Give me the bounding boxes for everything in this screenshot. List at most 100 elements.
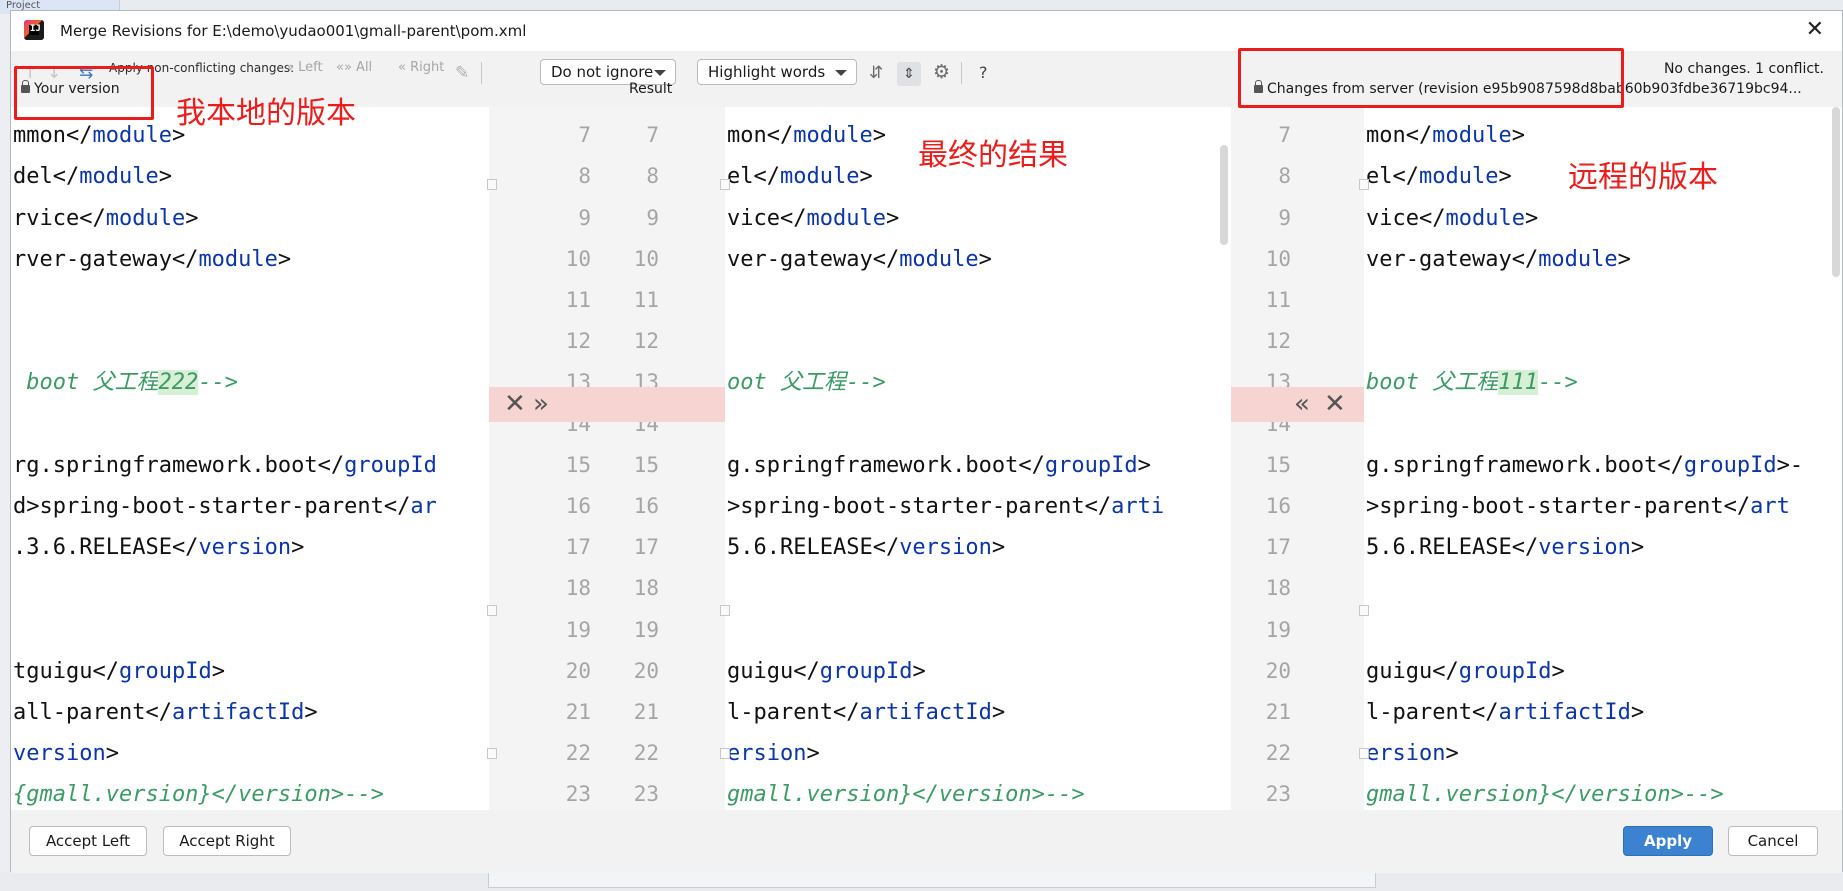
code-token: > [105,741,119,767]
code-token: del</ [13,164,80,190]
code-token: module [1432,123,1512,149]
code-token: > [1498,164,1512,190]
result-editor-pane[interactable]: mon</module> el</module> vice</module> ver-… [725,107,1231,810]
code-line: 5.6.RELEASE</version> [1366,530,1644,565]
code-token: groupId [344,452,437,478]
line-number: 10 [565,246,591,271]
result-scrollbar[interactable] [1220,145,1228,245]
apply-right-change-icon[interactable]: « [1294,387,1310,422]
center-pane-header: Result [629,81,673,97]
background-ide-sidebar [0,14,10,891]
fold-marker-icon[interactable] [720,748,730,759]
fold-marker-icon[interactable] [1359,748,1369,759]
background-ide-panel [488,872,1376,888]
fold-marker-icon[interactable] [1359,605,1369,616]
apply-right-button[interactable]: « Right [398,51,444,85]
line-number: 8 [578,164,591,189]
right-scrollbar[interactable] [1832,107,1840,277]
local-version-annotation: 我本地的版本 [176,96,356,131]
code-token: > [1445,741,1459,767]
apply-left-button[interactable]: » Left [286,51,323,85]
code-line: tguigu</groupId> [13,654,225,689]
accept-right-button[interactable]: Accept Right [163,826,291,856]
code-token: > [277,246,292,272]
sync-scroll-toggle-icon[interactable]: ⇕ [897,62,921,86]
line-number: 21 [633,700,659,724]
code-line: ver-gateway</module> [727,242,992,277]
line-number: 20 [1265,658,1291,683]
code-line: mmon</module> [13,118,185,153]
code-token: module [92,123,172,149]
code-line: oot 父工程--> [727,365,886,400]
collapse-unchanged-icon[interactable]: ⇵ [869,63,883,83]
fold-marker-icon[interactable] [720,605,730,616]
code-token: > [1630,535,1645,561]
intellij-app-icon: IJ [24,20,44,40]
code-line: >spring-boot-starter-parent</arti [727,489,1164,524]
code-token: g.springframework.boot</ [727,452,1045,478]
code-line: del</module> [13,159,172,194]
reject-left-change-icon[interactable]: ✕ [504,387,526,422]
code-token: --> [1537,370,1578,396]
line-number: 10 [1265,246,1291,271]
code-token: g.springframework.boot</ [1366,452,1684,478]
code-token: module [105,205,186,231]
accept-left-button[interactable]: Accept Left [29,826,147,856]
cancel-button[interactable]: Cancel [1728,826,1818,856]
code-token: module [779,164,860,190]
code-token: 222 [158,370,199,396]
code-token: l-parent</ [727,700,860,725]
code-token: module [793,123,873,149]
left-editor-pane[interactable]: mmon</module> del</module> rvice</module> r… [11,107,489,810]
line-number: 22 [1265,741,1291,766]
highlight-select-value: Highlight words [708,63,826,81]
line-number: 23 [633,782,659,807]
code-line: g.springframework.boot</groupId> [727,448,1151,483]
reject-right-change-icon[interactable]: ✕ [1324,387,1346,422]
fold-marker-icon[interactable] [1359,179,1369,190]
code-token: ver-gateway</ [1366,246,1539,272]
code-token: > [978,246,992,272]
code-token: module [79,164,159,190]
code-token: rg.springframework.boot</ [13,452,345,478]
fold-marker-icon[interactable] [720,179,730,190]
fold-marker-icon[interactable] [487,748,497,759]
code-line: guigu</groupId> [727,654,926,689]
code-token: version [13,741,106,767]
right-editor-pane[interactable]: mon</module> el</module> vice</module> ver-… [1364,107,1842,810]
line-number: 19 [565,617,591,642]
line-number: 20 [565,658,591,683]
code-token: groupId [819,658,913,684]
magic-resolve-icon[interactable]: ✎ [455,63,469,83]
gear-icon[interactable]: ⚙ [933,61,950,83]
code-token: art [1750,494,1790,519]
close-icon[interactable]: ✕ [1806,17,1824,42]
code-token: gmall.version}</version>--> [1366,782,1724,808]
line-number: 6 [619,107,659,112]
remote-version-annotation: 远程的版本 [1568,160,1718,195]
highlight-mode-select[interactable]: Highlight words [697,59,857,85]
line-number: 15 [633,452,659,477]
code-token: tguigu</ [13,658,119,684]
code-token: guigu</ [1366,658,1459,684]
code-token: 5.6.RELEASE</ [1366,535,1539,561]
line-number: 18 [1265,576,1291,601]
code-token: ersion [727,741,807,767]
line-number: 20 [633,658,659,683]
fold-marker-icon[interactable] [487,605,497,616]
code-line: d>spring-boot-starter-parent</ar [13,489,437,524]
code-token: rvice</ [13,205,106,231]
code-token: version [1538,535,1631,561]
apply-button[interactable]: Apply [1623,826,1713,856]
code-token: > [859,164,873,190]
apply-all-button[interactable]: «» All [336,51,372,85]
code-line: version> [13,736,119,771]
help-icon[interactable]: ? [979,63,988,82]
fold-marker-icon[interactable] [487,179,497,190]
dialog-title: Merge Revisions for E:\demo\yudao001\gma… [60,22,527,40]
apply-left-change-icon[interactable]: » [533,387,549,422]
code-token: artifactId [1498,700,1631,725]
code-token: arti [1111,494,1165,519]
line-number: 18 [633,576,659,601]
code-line: el</module> [1366,159,1512,194]
